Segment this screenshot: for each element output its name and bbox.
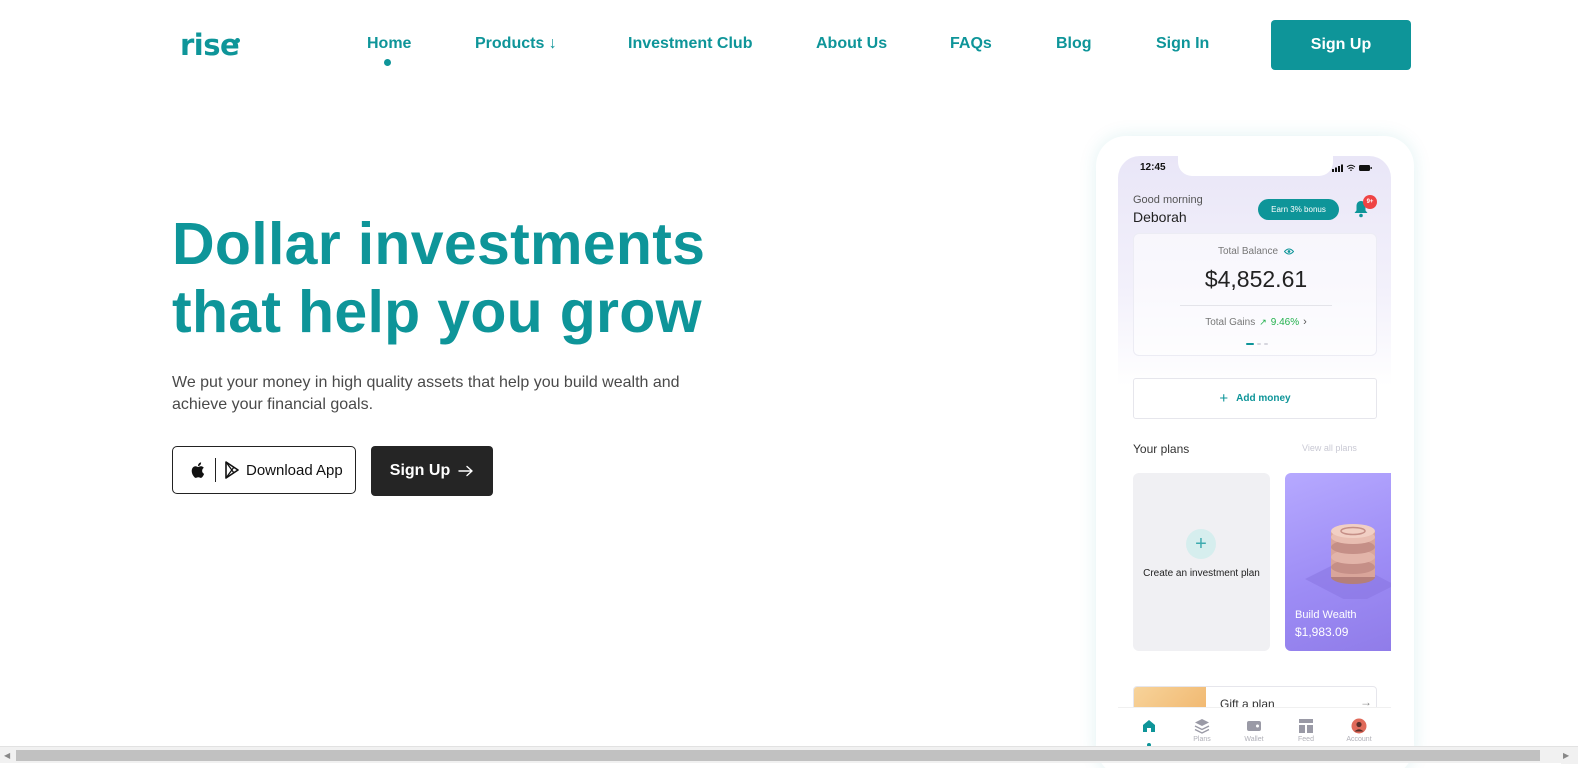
add-money-label: Add money — [1236, 393, 1291, 404]
balance-label-row: Total Balance — [1134, 246, 1378, 257]
scroll-left-arrow-icon[interactable]: ◀ — [4, 751, 10, 760]
tab-account[interactable]: Account — [1339, 718, 1379, 743]
carousel-dots — [1246, 343, 1268, 345]
layers-icon — [1194, 719, 1210, 734]
plus-circle-icon: + — [1186, 529, 1216, 559]
carousel-dot — [1257, 343, 1261, 345]
tab-feed-label: Feed — [1298, 736, 1314, 743]
tab-account-label: Account — [1346, 736, 1372, 743]
tab-home[interactable] — [1129, 718, 1169, 734]
build-wealth-plan-card[interactable]: Build Wealth $1,983.09 — [1285, 473, 1391, 651]
horizontal-scrollbar[interactable]: ◀ ▶ — [0, 746, 1578, 764]
plus-icon: + — [1219, 390, 1229, 407]
tab-plans[interactable]: Plans — [1182, 718, 1222, 743]
nav-blog[interactable]: Blog — [1056, 34, 1092, 54]
total-gains-row[interactable]: Total Gains ↗ 9.46% › — [1134, 316, 1378, 328]
button-divider — [215, 458, 216, 482]
notification-badge: 9+ — [1363, 195, 1377, 209]
add-money-button[interactable]: + Add money — [1133, 378, 1377, 419]
nav-sign-in[interactable]: Sign In — [1156, 34, 1209, 54]
gains-value: 9.46% — [1270, 316, 1300, 328]
greeting-text: Good morning — [1133, 194, 1203, 206]
apple-icon — [191, 462, 205, 478]
hero-subtitle: We put your money in high quality assets… — [172, 374, 680, 413]
gains-label: Total Gains — [1205, 316, 1256, 328]
eye-icon[interactable] — [1284, 248, 1295, 255]
carousel-dot-active — [1246, 343, 1254, 345]
arrow-right-icon — [458, 465, 473, 477]
download-app-button[interactable]: Download App — [172, 446, 356, 494]
your-plans-title: Your plans — [1133, 442, 1190, 456]
create-plan-card[interactable]: + Create an investment plan — [1133, 473, 1270, 651]
nav-sign-up-button[interactable]: Sign Up — [1271, 20, 1411, 70]
nav-products[interactable]: Products ↓ — [475, 34, 557, 54]
hero-sign-up-label: Sign Up — [389, 462, 451, 479]
phone-screen: 12:45 Good morning Deborah Earn 3% bonus… — [1118, 156, 1391, 756]
earn-bonus-pill[interactable]: Earn 3% bonus — [1258, 199, 1339, 220]
wallet-icon — [1247, 721, 1261, 731]
plan-amount: $1,983.09 — [1295, 625, 1349, 639]
balance-value: $4,852.61 — [1204, 266, 1308, 292]
google-play-icon — [225, 461, 239, 479]
balance-separator — [1180, 305, 1332, 306]
user-name: Deborah — [1133, 209, 1187, 225]
hero-title-line-1: Dollar investments — [172, 211, 706, 277]
home-icon — [1143, 720, 1155, 732]
feed-icon — [1299, 719, 1313, 733]
balance-card: Total Balance $4,852.61 Total Gains ↗ 9.… — [1133, 233, 1377, 356]
scroll-right-arrow-icon[interactable]: ▶ — [1563, 751, 1569, 760]
create-plan-label: Create an investment plan — [1143, 568, 1260, 579]
hero-sign-up-button[interactable]: Sign Up — [371, 446, 493, 496]
view-all-plans-link[interactable]: View all plans — [1302, 443, 1357, 453]
logo-dot — [235, 38, 240, 43]
hero-title-line-2: that help you grow — [172, 279, 702, 345]
coin-stack-illustration — [1305, 524, 1391, 599]
avatar-icon — [1351, 718, 1367, 734]
phone-notch — [1178, 156, 1333, 176]
tab-wallet[interactable]: Wallet — [1234, 718, 1274, 743]
nav-active-indicator — [384, 59, 391, 66]
tab-feed[interactable]: Feed — [1286, 718, 1326, 743]
nav-faqs[interactable]: FAQs — [950, 34, 992, 54]
balance-label: Total Balance — [1217, 246, 1279, 257]
nav-home[interactable]: Home — [367, 34, 411, 54]
nav-about-us[interactable]: About Us — [816, 34, 887, 54]
tab-plans-label: Plans — [1193, 736, 1211, 743]
chevron-right-icon: › — [1303, 316, 1307, 328]
download-app-label: Download App — [246, 461, 343, 479]
plan-name: Build Wealth — [1295, 609, 1357, 621]
tab-wallet-label: Wallet — [1244, 736, 1264, 743]
gains-up-arrow-icon: ↗ — [1259, 316, 1267, 327]
status-time: 12:45 — [1140, 162, 1166, 173]
scrollbar-thumb[interactable] — [16, 750, 1540, 761]
carousel-dot — [1264, 343, 1268, 345]
hero-title: Dollar investments that help you grow — [172, 210, 772, 346]
rise-logo[interactable]: rise — [180, 28, 240, 62]
status-bar-icons — [1332, 164, 1372, 172]
nav-investment-club[interactable]: Investment Club — [628, 34, 752, 54]
